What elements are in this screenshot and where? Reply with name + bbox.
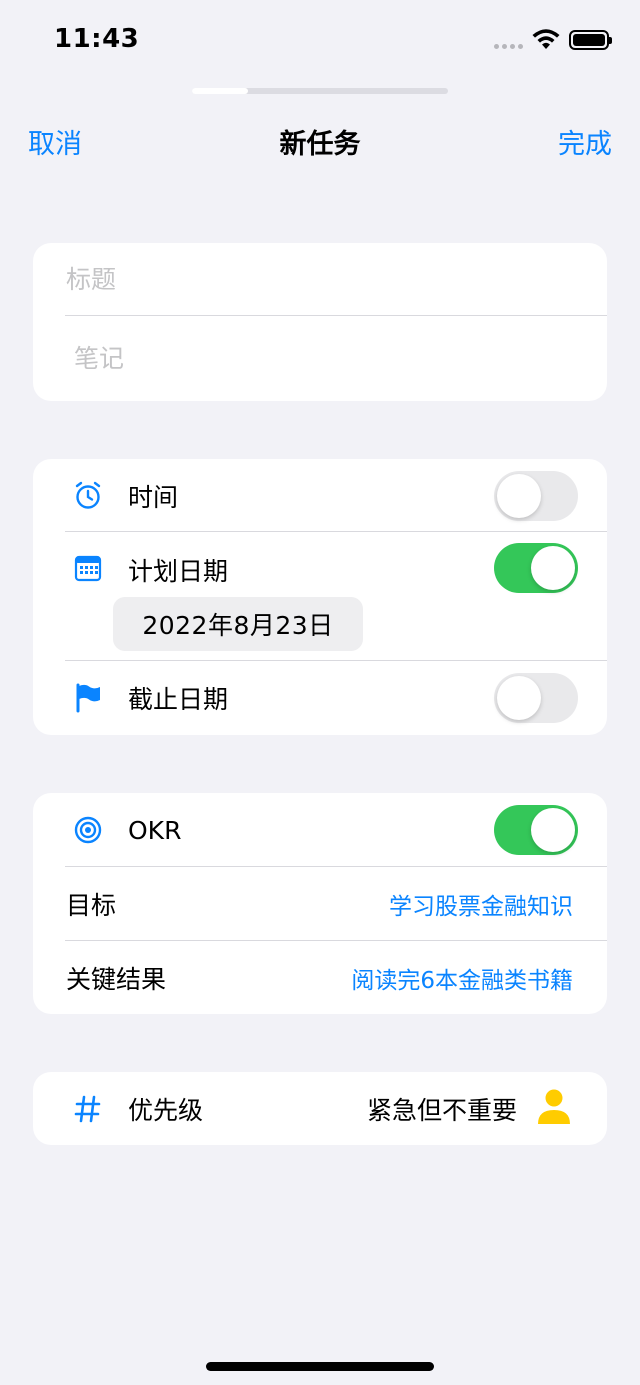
person-icon	[536, 1088, 572, 1130]
okr-row: OKR	[33, 793, 607, 867]
done-button[interactable]: 完成	[558, 122, 612, 161]
time-label: 时间	[128, 482, 179, 512]
deadline-row: 截止日期	[33, 661, 607, 735]
priority-card: 优先级 紧急但不重要	[33, 1072, 607, 1145]
page-title: 新任务	[279, 129, 361, 160]
target-icon	[73, 815, 103, 845]
priority-value[interactable]: 紧急但不重要	[367, 1091, 517, 1127]
goal-row[interactable]: 目标 学习股票金融知识	[33, 867, 607, 941]
okr-card: OKR 目标 学习股票金融知识 关键结果 阅读完6本金融类书籍	[33, 793, 607, 1014]
deadline-toggle[interactable]	[494, 673, 578, 723]
key-result-row[interactable]: 关键结果 阅读完6本金融类书籍	[33, 941, 607, 1014]
alarm-clock-icon	[73, 481, 103, 511]
key-result-value[interactable]: 阅读完6本金融类书籍	[351, 961, 573, 995]
status-bar: 11:43	[0, 0, 640, 80]
time-toggle[interactable]	[494, 470, 578, 521]
priority-label: 优先级	[128, 1095, 204, 1125]
key-result-label: 关键结果	[66, 964, 167, 994]
status-time: 11:43	[54, 24, 140, 54]
okr-label: OKR	[128, 815, 182, 845]
wifi-icon	[532, 29, 560, 49]
flag-icon	[73, 683, 103, 713]
calendar-icon	[73, 553, 103, 583]
okr-toggle[interactable]	[494, 805, 578, 855]
text-fields-card	[33, 243, 607, 401]
schedule-card: 时间 计划日期 2022年8月23日 截止日期	[33, 459, 607, 735]
home-indicator	[206, 1362, 434, 1371]
battery-icon	[569, 30, 612, 50]
notes-row	[33, 316, 607, 401]
plan-date-toggle[interactable]	[494, 543, 578, 593]
notes-input[interactable]	[33, 344, 533, 373]
goal-label: 目标	[66, 891, 117, 920]
title-input[interactable]	[33, 265, 533, 294]
hashtag-icon	[73, 1094, 103, 1124]
navigation-bar: 取消 新任务 完成	[0, 112, 640, 168]
title-row	[33, 243, 607, 316]
cellular-signal-icon	[494, 44, 523, 49]
plan-date-picker[interactable]: 2022年8月23日	[113, 597, 363, 651]
sheet-grabber[interactable]	[192, 88, 448, 94]
plan-date-label: 计划日期	[128, 557, 229, 586]
time-row: 时间	[33, 459, 607, 532]
priority-row[interactable]: 优先级 紧急但不重要	[33, 1072, 607, 1145]
deadline-label: 截止日期	[128, 685, 229, 714]
goal-value[interactable]: 学习股票金融知识	[389, 887, 573, 921]
